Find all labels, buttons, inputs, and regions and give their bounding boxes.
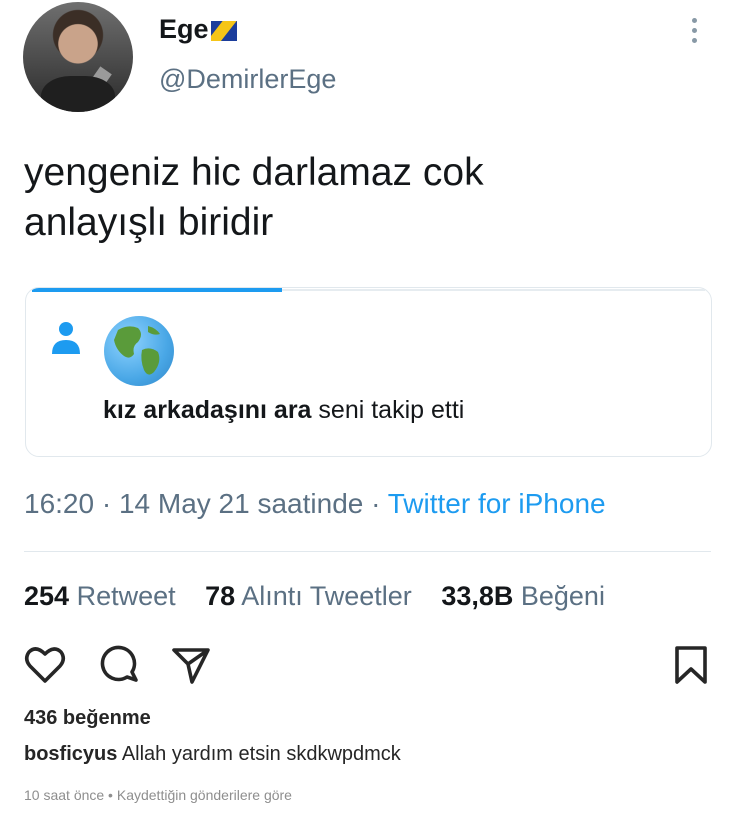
quoted-card-rest: seni takip etti	[311, 396, 465, 424]
tweet-stats: 254 Retweet 78 Alıntı Tweetler 33,8B Beğ…	[24, 581, 605, 612]
post-timestamp: 10 saat önce • Kaydettiğin gönderilere g…	[24, 787, 292, 803]
quoted-card-bold: kız arkadaşını ara	[103, 396, 312, 424]
comment-text: Allah yardım etsin skdkwpdmck	[117, 743, 401, 765]
quoted-card-text: kız arkadaşını ara seni takip etti	[103, 396, 464, 425]
like-count[interactable]: 436 beğenme	[24, 707, 151, 730]
avatar-shirt	[41, 76, 115, 112]
globe-icon	[104, 316, 174, 386]
tweet-text-line: anlayışlı biridir	[24, 201, 274, 244]
comment-icon[interactable]	[98, 644, 140, 686]
display-name[interactable]: Ege	[159, 14, 237, 45]
caption: bosficyus Allah yardım etsin skdkwpdmck	[24, 743, 401, 766]
tweet-timestamp: 16:20 · 14 May 21 saatinde ·	[24, 488, 388, 519]
like-stat[interactable]: 33,8B Beğeni	[441, 581, 605, 611]
tweet-text: yengeniz hic darlamaz cok anlayışlı biri…	[24, 148, 704, 248]
share-icon[interactable]	[170, 644, 212, 686]
retweet-stat[interactable]: 254 Retweet	[24, 581, 176, 611]
card-progress-bar	[32, 288, 282, 292]
profile-avatar[interactable]	[23, 2, 133, 112]
tweet-meta: 16:20 · 14 May 21 saatinde · Twitter for…	[24, 488, 606, 520]
divider	[24, 551, 711, 552]
person-icon	[52, 322, 80, 354]
display-name-text: Ege	[159, 14, 209, 44]
more-options-icon[interactable]	[686, 18, 702, 48]
tweet-text-line: yengeniz hic darlamaz cok	[24, 151, 484, 194]
tweet-source-link[interactable]: Twitter for iPhone	[388, 488, 606, 519]
user-handle[interactable]: @DemirlerEge	[159, 64, 336, 95]
quote-stat[interactable]: 78 Alıntı Tweetler	[205, 581, 412, 611]
bookmark-icon[interactable]	[670, 644, 712, 686]
flag-icon	[210, 21, 237, 41]
heart-icon[interactable]	[24, 644, 66, 686]
comment-username[interactable]: bosficyus	[24, 743, 117, 765]
